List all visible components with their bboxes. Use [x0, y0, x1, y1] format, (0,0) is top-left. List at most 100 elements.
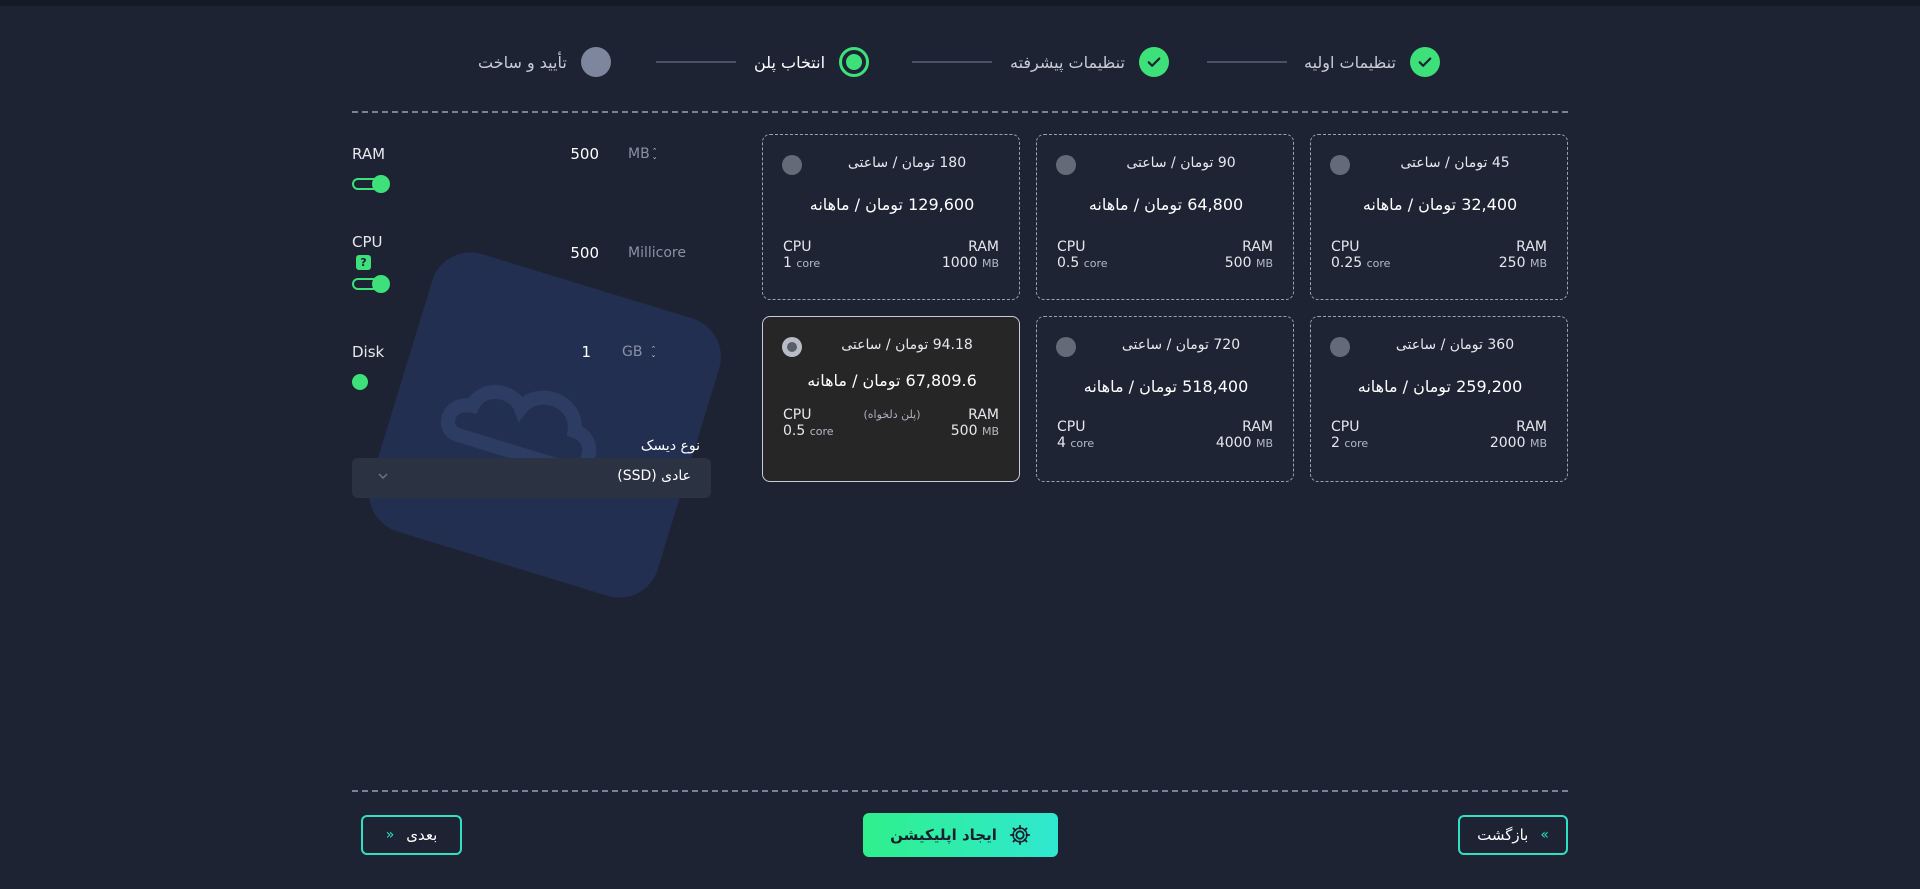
cpu-unit: core: [1083, 257, 1108, 270]
double-chevron-left-icon: «: [385, 827, 395, 843]
ram-label: RAM: [968, 407, 999, 423]
ram-unit: MB ⌃ ⌄: [628, 146, 658, 162]
step-connector: [656, 61, 736, 63]
divider: [352, 111, 1568, 113]
cpu-resource-label: CPU: [352, 233, 383, 251]
plan-cpu: CPU 4 core: [1057, 419, 1094, 451]
help-icon[interactable]: ?: [356, 255, 371, 270]
ram-label: RAM: [968, 239, 999, 255]
plan-monthly-price: 32,400 تومان / ماهانه: [1362, 195, 1518, 214]
plan-card[interactable]: 45 تومان / ساعتی 32,400 تومان / ماهانه R…: [1310, 134, 1568, 300]
ram-unit: MB: [981, 425, 999, 438]
disk-unit-label: GB: [622, 344, 643, 360]
cpu-unit: core: [1366, 257, 1391, 270]
step-label: تنظیمات پیشرفته: [1010, 52, 1125, 72]
disk-unit: GB ⌃ ⌄: [622, 344, 656, 360]
cpu-unit-label: Millicore: [628, 245, 686, 261]
double-chevron-right-icon: »: [1540, 827, 1549, 843]
plan-card-custom[interactable]: 94.18 تومان / ساعتی 67,809.6 تومان / ماه…: [762, 316, 1020, 482]
slider-knob[interactable]: [372, 175, 390, 193]
next-button[interactable]: بعدی «: [361, 815, 462, 855]
disk-input-value[interactable]: 1: [531, 343, 591, 361]
cpu-value: 2: [1331, 435, 1340, 451]
plan-cpu: CPU 1 core: [783, 239, 820, 271]
cpu-value: 0.5: [1057, 255, 1080, 271]
gear-icon: [1009, 824, 1030, 846]
plan-card[interactable]: 720 تومان / ساعتی 518,400 تومان / ماهانه…: [1036, 316, 1294, 482]
ram-value: 500: [1224, 255, 1252, 271]
plan-ram: RAM 2000 MB: [1490, 419, 1547, 451]
cloud-logo-watermark: [359, 242, 731, 608]
create-app-button[interactable]: ایجاد اپلیکیشن: [863, 813, 1058, 857]
plan-monthly-price: 259,200 تومان / ماهانه: [1357, 377, 1523, 396]
pending-step-icon: [580, 47, 611, 77]
disk-type-select[interactable]: عادی (SSD): [352, 458, 711, 498]
plan-monthly-price: 64,800 تومان / ماهانه: [1088, 195, 1244, 214]
spinner-icon[interactable]: ⌃ ⌄: [650, 346, 656, 359]
ram-value: 250: [1498, 255, 1526, 271]
plan-cpu: CPU 0.5 core: [1057, 239, 1108, 271]
step-connector: [912, 61, 992, 63]
spinner-icon[interactable]: ⌃ ⌄: [652, 148, 658, 161]
cpu-label: CPU: [783, 239, 812, 255]
step-connector: [1207, 61, 1287, 63]
next-button-label: بعدی: [406, 826, 438, 844]
plan-card[interactable]: 90 تومان / ساعتی 64,800 تومان / ماهانه R…: [1036, 134, 1294, 300]
plan-cpu: CPU 2 core: [1331, 419, 1368, 451]
disk-resource-label: Disk: [352, 343, 385, 361]
ram-label: RAM: [1516, 419, 1547, 435]
cpu-unit: core: [1070, 437, 1095, 450]
cpu-unit: Millicore: [628, 245, 686, 261]
plan-card[interactable]: 360 تومان / ساعتی 259,200 تومان / ماهانه…: [1310, 316, 1568, 482]
ram-value: 1000: [941, 255, 978, 271]
plan-ram: RAM 1000 MB: [942, 239, 999, 271]
cpu-unit: core: [796, 257, 821, 270]
cpu-label: CPU: [1057, 239, 1086, 255]
ram-unit-label: MB: [628, 146, 650, 162]
ram-value: 2000: [1489, 435, 1526, 451]
active-step-icon: [839, 47, 870, 77]
ram-unit: MB: [1255, 257, 1273, 270]
plan-monthly-price: 518,400 تومان / ماهانه: [1083, 377, 1249, 396]
ram-value: 4000: [1215, 435, 1252, 451]
plan-hourly-price: 45 تومان / ساعتی: [1400, 155, 1510, 171]
cpu-label: CPU: [1057, 419, 1086, 435]
plan-hourly-price: 360 تومان / ساعتی: [1395, 337, 1515, 353]
slider-knob[interactable]: [372, 275, 390, 293]
ram-resource-label: RAM: [352, 145, 386, 163]
divider: [352, 790, 1568, 792]
step-plan-selection[interactable]: انتخاب پلن: [754, 44, 870, 80]
cpu-slider[interactable]: [352, 275, 390, 293]
chevron-down-icon: [378, 473, 388, 479]
cpu-label: CPU: [1331, 419, 1360, 435]
plan-cpu: CPU 0.5 core: [783, 407, 834, 439]
step-basic-settings[interactable]: تنظیمات اولیه: [1304, 44, 1440, 80]
step-label: انتخاب پلن: [754, 52, 826, 72]
cpu-label: CPU: [1331, 239, 1360, 255]
cpu-input-value[interactable]: 500: [539, 244, 599, 262]
create-app-label: ایجاد اپلیکیشن: [890, 826, 997, 844]
plan-ram: RAM 4000 MB: [1216, 419, 1273, 451]
plan-ram: RAM 250 MB: [1499, 239, 1547, 271]
ram-label: RAM: [1242, 419, 1273, 435]
back-button[interactable]: » بازگشت: [1458, 815, 1568, 855]
plan-ram: RAM 500 MB: [1225, 239, 1273, 271]
step-label: تنظیمات اولیه: [1304, 52, 1396, 72]
step-confirm-create[interactable]: تأیید و ساخت: [478, 44, 611, 80]
top-bar: [0, 0, 1920, 6]
cpu-value: 1: [783, 255, 792, 271]
plan-card[interactable]: 180 تومان / ساعتی 129,600 تومان / ماهانه…: [762, 134, 1020, 300]
cpu-value: 0.5: [783, 423, 806, 439]
check-icon: [1409, 47, 1440, 77]
plan-hourly-price: 90 تومان / ساعتی: [1126, 155, 1236, 171]
disk-slider[interactable]: [352, 374, 368, 390]
plan-ram: RAM 500 MB: [951, 407, 999, 439]
plan-hourly-price: 94.18 تومان / ساعتی: [841, 337, 973, 353]
ram-input-value[interactable]: 500: [539, 145, 599, 163]
back-button-label: بازگشت: [1477, 826, 1529, 844]
cpu-unit: core: [1344, 437, 1369, 450]
ram-label: RAM: [1516, 239, 1547, 255]
ram-unit: MB: [1529, 437, 1547, 450]
step-advanced-settings[interactable]: تنظیمات پیشرفته: [1010, 44, 1169, 80]
ram-slider[interactable]: [352, 175, 390, 193]
